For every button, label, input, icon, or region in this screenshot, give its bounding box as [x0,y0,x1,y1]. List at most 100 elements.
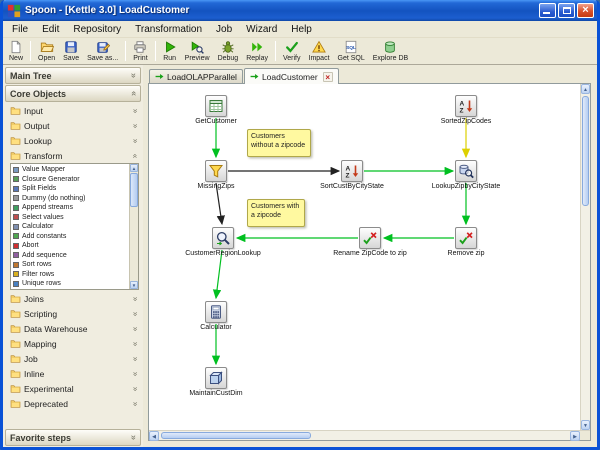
section-favorite-steps[interactable]: Favorite steps » [5,429,141,446]
scroll-down-button[interactable]: ▼ [130,281,138,289]
minimize-button[interactable] [539,3,556,18]
folder-transform[interactable]: Transform » [6,148,141,163]
value-mapper-icon [13,166,19,173]
step-item-unique-rows[interactable]: Unique rows [13,279,129,289]
step-item-dummy-do-nothing[interactable]: Dummy (do nothing) [13,194,129,204]
scroll-up-button[interactable]: ▲ [130,164,138,172]
step-item-select-values[interactable]: Select values [13,213,129,223]
toolbar-button-get-sql[interactable]: SQL Get SQL [334,39,369,64]
tab-loadcustomer[interactable]: LoadCustomer × [243,68,339,84]
canvas-horizontal-scrollbar[interactable]: ◀ ▶ [149,431,580,441]
menu-edit[interactable]: Edit [35,23,66,36]
transformation-canvas[interactable]: Customers without a zipcode Customers wit… [149,84,580,430]
canvas-note[interactable]: Customers without a zipcode [247,129,311,157]
step-item-filter-rows[interactable]: Filter rows [13,270,129,280]
step-item-add-sequence[interactable]: Add sequence [13,251,129,261]
toolbar-button-run[interactable]: Run [159,39,181,64]
canvas-note[interactable]: Customers with a zipcode [247,199,305,227]
scroll-thumb[interactable] [130,173,138,207]
toolbar-button-explore-db[interactable]: Explore DB [369,39,412,64]
step-item-abort[interactable]: Abort [13,241,129,251]
chevron-down-icon: » [130,326,140,331]
horizontal-scroll-track[interactable] [159,431,570,440]
scroll-up-button[interactable]: ▲ [581,84,590,94]
tab-loadolapparallel[interactable]: LoadOLAPParallel [149,69,243,83]
toolbar-button-open[interactable]: Open [34,39,59,64]
toolbar-button-save-as[interactable]: Save as... [83,39,122,64]
scroll-track[interactable] [130,172,138,281]
toolbar-button-debug[interactable]: Debug [214,39,243,64]
folder-mapping[interactable]: Mapping » [6,336,141,351]
append-streams-icon [13,204,19,211]
step-item-split-fields[interactable]: Split Fields [13,184,129,194]
step-item-calculator[interactable]: Calculator [13,222,129,232]
toolbar-button-print[interactable]: Print [129,39,151,64]
transform-list-scrollbar[interactable]: ▲ ▼ [129,164,138,289]
vertical-scroll-thumb[interactable] [582,96,589,206]
step-item-value-mapper[interactable]: Value Mapper [13,165,129,175]
tab-strip: LoadOLAPParallel LoadCustomer × [148,67,591,84]
menu-wizard[interactable]: Wizard [239,23,284,36]
folder-data-warehouse[interactable]: Data Warehouse » [6,321,141,336]
folder-scripting[interactable]: Scripting » [6,306,141,321]
folder-input[interactable]: Input » [6,103,141,118]
tab-close-icon[interactable]: × [322,71,333,82]
folder-label: Mapping [24,338,57,349]
folder-experimental[interactable]: Experimental » [6,381,141,396]
title-bar[interactable]: Spoon - [Kettle 3.0] LoadCustomer × [3,0,597,21]
toolbar-separator [125,41,127,61]
toolbar-button-preview[interactable]: Preview [181,39,214,64]
step-sortcustbycitystate[interactable]: A Z SortCustByCityState [307,160,397,190]
step-item-sort-rows[interactable]: Sort rows [13,260,129,270]
menu-file[interactable]: File [5,23,35,36]
step-getcustomer[interactable]: GetCustomer [171,95,261,125]
step-lookupzipbycitystate[interactable]: LookupZipbyCityState [421,160,511,190]
hop-line[interactable] [212,249,223,300]
toolbar-button-verify[interactable]: Verify [279,39,305,64]
folder-job[interactable]: Job » [6,351,141,366]
step-item-add-constants[interactable]: Add constants [13,232,129,242]
menu-help[interactable]: Help [284,23,319,36]
step-sortedzipcodes[interactable]: A Z SortedZipCodes [421,95,511,125]
step-item-append-streams[interactable]: Append streams [13,203,129,213]
menu-transformation[interactable]: Transformation [128,23,209,36]
toolbar-label: Get SQL [337,55,365,62]
scroll-down-button[interactable]: ▼ [581,420,590,430]
toolbar-button-replay[interactable]: Replay [242,39,272,64]
replay-icon [250,40,264,54]
step-calculator[interactable]: Calculator [171,301,261,331]
close-button[interactable]: × [577,3,594,18]
horizontal-scroll-thumb[interactable] [161,432,311,439]
chevron-down-icon: » [128,434,139,441]
toolbar-button-new[interactable]: New [5,39,27,64]
step-remove-zip[interactable]: Remove zip [421,227,511,257]
folder-inline[interactable]: Inline » [6,366,141,381]
folder-deprecated[interactable]: Deprecated » [6,396,141,411]
toolbar-button-save[interactable]: Save [59,39,83,64]
scroll-left-button[interactable]: ◀ [149,431,159,441]
section-core-objects[interactable]: Core Objects » [5,85,141,102]
scroll-right-button[interactable]: ▶ [570,431,580,441]
canvas-vertical-scrollbar[interactable]: ▲ ▼ [580,84,590,430]
section-main-tree[interactable]: Main Tree » [5,67,141,84]
vertical-scroll-track[interactable] [581,94,590,420]
svg-text:A: A [346,166,351,173]
folder-lookup[interactable]: Lookup » [6,133,141,148]
step-missingzips[interactable]: MissingZips [171,160,261,190]
folder-output[interactable]: Output » [6,118,141,133]
folder-joins[interactable]: Joins » [6,291,141,306]
window-controls: × [539,3,594,18]
sort-icon: AZ [455,95,477,117]
toolbar-button-impact[interactable]: Impact [305,39,334,64]
sort-icon: AZ [341,160,363,182]
menu-repository[interactable]: Repository [66,23,128,36]
step-item-label: Add constants [22,232,67,240]
menu-job[interactable]: Job [209,23,239,36]
step-rename-zipcode-to-zip[interactable]: Rename ZipCode to zip [325,227,415,257]
folder-icon [10,293,21,304]
folder-label: Job [24,353,38,364]
maximize-button[interactable] [558,3,575,18]
step-customerregionlookup[interactable]: CustomerRegionLookup [178,227,268,257]
step-item-closure-generator[interactable]: Closure Generator [13,175,129,185]
step-maintaincustdim[interactable]: MaintainCustDim [171,367,261,397]
